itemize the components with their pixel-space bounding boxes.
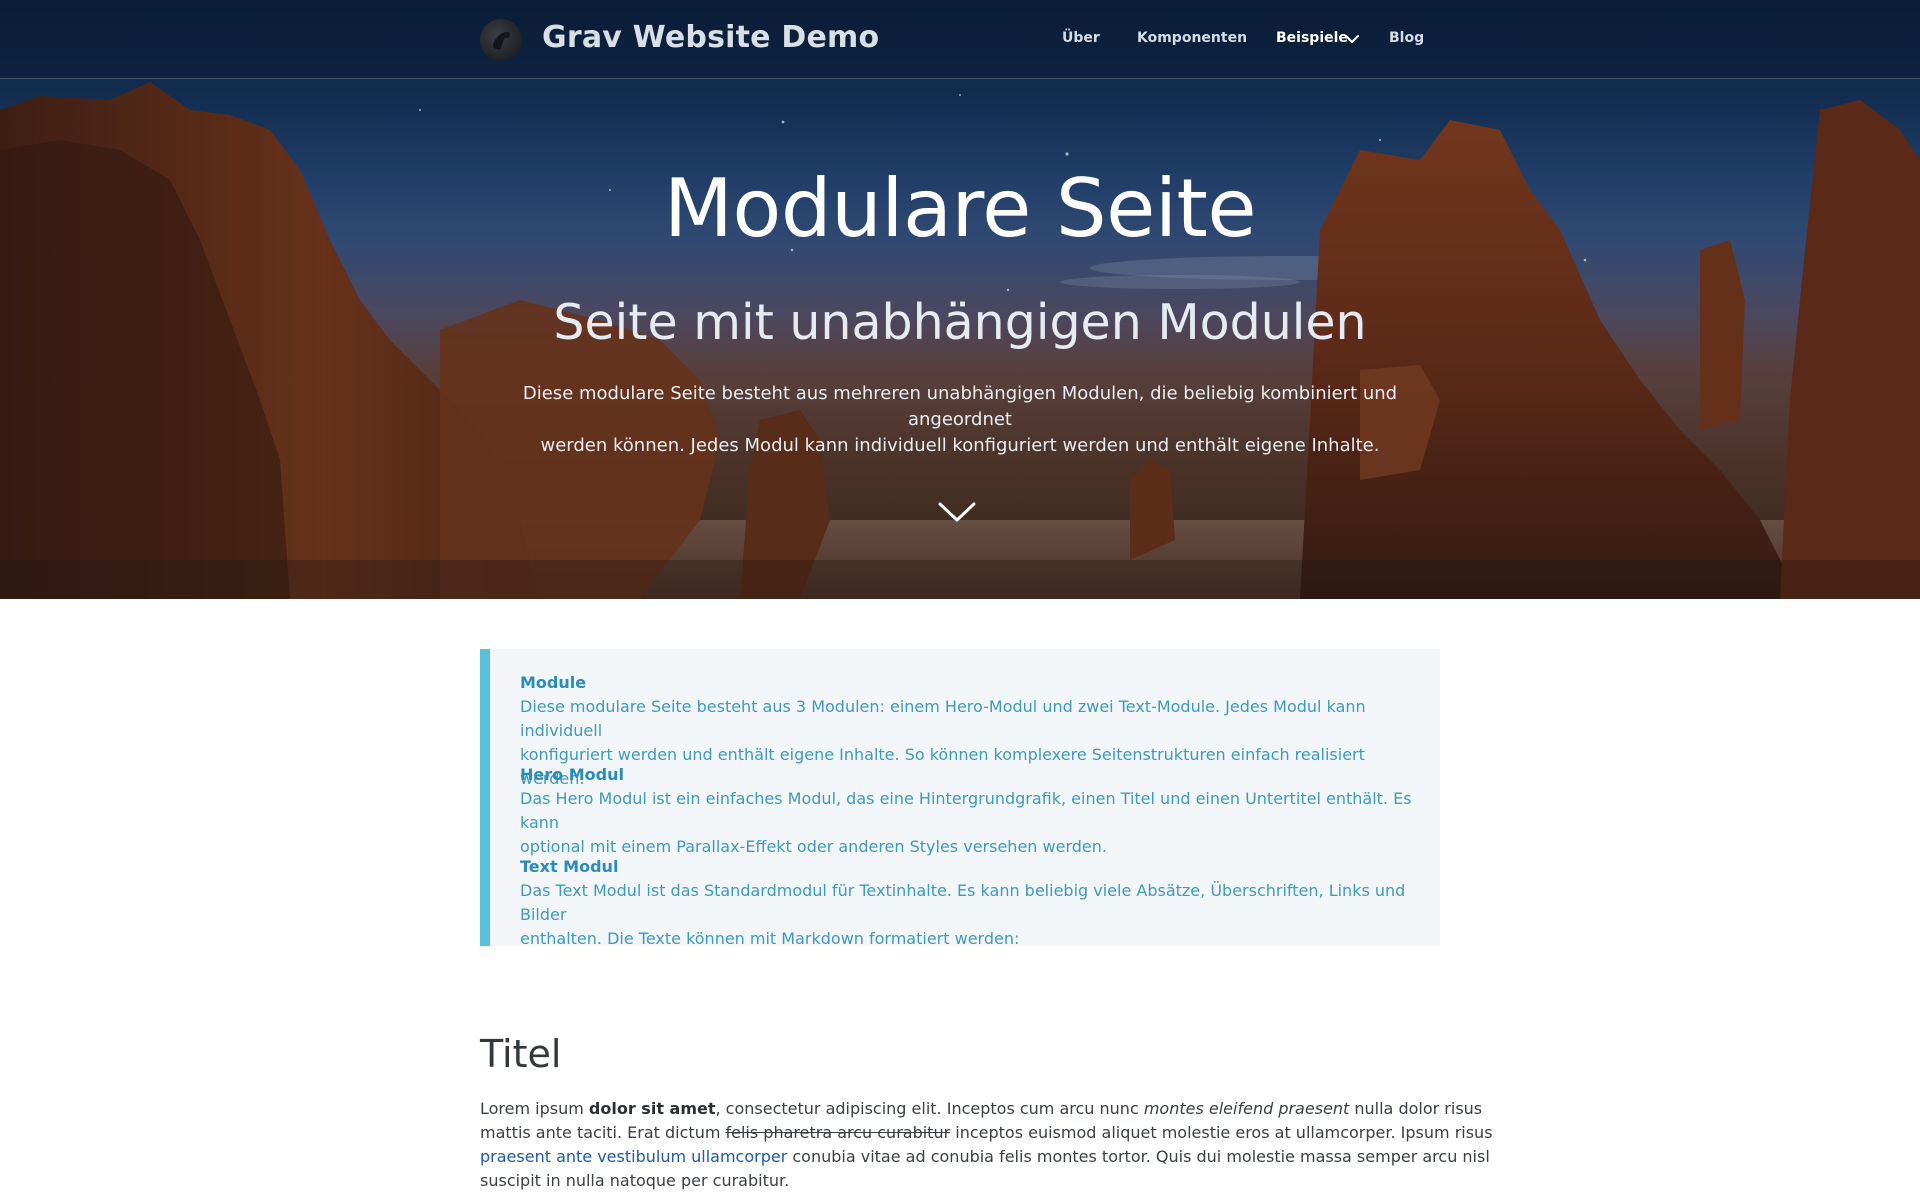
notice-text: Das Hero Modul ist ein einfaches Modul, … xyxy=(520,789,1412,832)
nav-item-blog[interactable]: Blog xyxy=(1389,30,1424,46)
text: mattis ante taciti. Erat dictum xyxy=(480,1123,726,1142)
content-link[interactable]: praesent ante vestibulum ullamcorper xyxy=(480,1147,787,1166)
text: conubia vitae ad conubia felis montes to… xyxy=(787,1147,1490,1166)
paragraph-line: Lorem ipsum dolor sit amet, consectetur … xyxy=(480,1097,1482,1121)
notice-box: Module Diese modulare Seite besteht aus … xyxy=(480,649,1440,948)
bold-text: dolor sit amet xyxy=(588,1099,716,1118)
paragraph-line: mattis ante taciti. Erat dictum felis ph… xyxy=(480,1121,1493,1145)
nav-item-label: Beispiele xyxy=(1276,30,1348,46)
italic-text: montes eleifend praesent xyxy=(1143,1099,1350,1118)
nav-item-beispiele[interactable]: Beispiele xyxy=(1276,30,1348,46)
strikethrough-text: felis pharetra arcu curabitur xyxy=(725,1123,951,1142)
notice-title: Module xyxy=(520,673,587,692)
scroll-down-icon[interactable] xyxy=(938,500,976,528)
text: inceptos euismod aliquet molestie eros a… xyxy=(950,1123,1493,1142)
text: Lorem ipsum xyxy=(480,1099,589,1118)
hero-description: Diese modulare Seite besteht aus mehrere… xyxy=(500,381,1420,459)
hero-section: Modulare Seite Seite mit unabhängigen Mo… xyxy=(0,0,1920,599)
text: suscipit in nulla natoque per curabitur. xyxy=(480,1171,790,1190)
chevron-down-icon[interactable] xyxy=(1345,34,1359,44)
notice-block-hero-modul: Hero Modul Das Hero Modul ist ein einfac… xyxy=(520,763,1420,859)
nav-item-komponenten[interactable]: Komponenten xyxy=(1137,30,1247,46)
hero-description-line: Diese modulare Seite besteht aus mehrere… xyxy=(522,383,1398,430)
text: nulla dolor risus xyxy=(1349,1099,1483,1118)
main-navigation: Über Komponenten Beispiele Blog xyxy=(0,30,1920,52)
text: , consectetur adipiscing elit. Inceptos … xyxy=(715,1099,1144,1118)
content-paragraph: Lorem ipsum dolor sit amet, consectetur … xyxy=(480,1097,1493,1193)
nav-item-ueber[interactable]: Über xyxy=(1062,30,1100,46)
notice-block-text-modul: Text Modul Das Text Modul ist das Standa… xyxy=(520,855,1420,951)
hero-subtitle: Seite mit unabhängigen Modulen xyxy=(553,294,1367,351)
hero-description-line: werden können. Jedes Modul kann individu… xyxy=(540,435,1380,456)
site-header: Grav Website Demo Über Komponenten Beisp… xyxy=(0,0,1920,79)
notice-title: Hero Modul xyxy=(520,765,624,784)
paragraph-line: suscipit in nulla natoque per curabitur. xyxy=(480,1169,1440,1193)
notice-text: enthalten. Die Texte können mit Markdown… xyxy=(520,929,1020,948)
notice-title: Text Modul xyxy=(520,857,619,876)
hero-title: Modulare Seite xyxy=(663,162,1257,255)
content-title: Titel xyxy=(480,1032,562,1076)
notice-text: Diese modulare Seite besteht aus 3 Modul… xyxy=(520,697,1366,740)
notice-text: Das Text Modul ist das Standardmodul für… xyxy=(520,881,1406,924)
paragraph-line: praesent ante vestibulum ullamcorper con… xyxy=(480,1145,1490,1169)
